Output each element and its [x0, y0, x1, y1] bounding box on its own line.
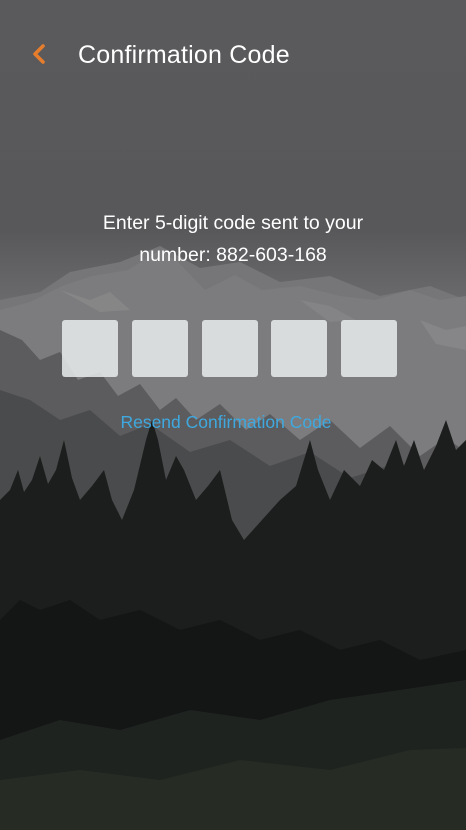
code-digit-4[interactable]	[271, 320, 327, 377]
confirmation-code-screen: Confirmation Code Enter 5-digit code sen…	[0, 0, 466, 830]
resend-code-link[interactable]: Resend Confirmation Code	[0, 410, 452, 434]
header-bar: Confirmation Code	[0, 0, 466, 110]
code-digit-2[interactable]	[132, 320, 188, 377]
page-title: Confirmation Code	[78, 41, 290, 69]
instruction-line-1: Enter 5-digit code sent to your	[102, 212, 364, 234]
instruction-line-2: number: 882-603-168	[139, 244, 327, 266]
code-digit-3[interactable]	[202, 320, 258, 377]
chevron-left-icon	[33, 44, 45, 64]
code-digit-1[interactable]	[62, 320, 118, 377]
code-digit-5[interactable]	[341, 320, 397, 377]
back-button[interactable]	[24, 38, 56, 70]
instruction-text: Enter 5-digit code sent to your number: …	[40, 207, 426, 271]
code-input-row	[62, 320, 398, 377]
